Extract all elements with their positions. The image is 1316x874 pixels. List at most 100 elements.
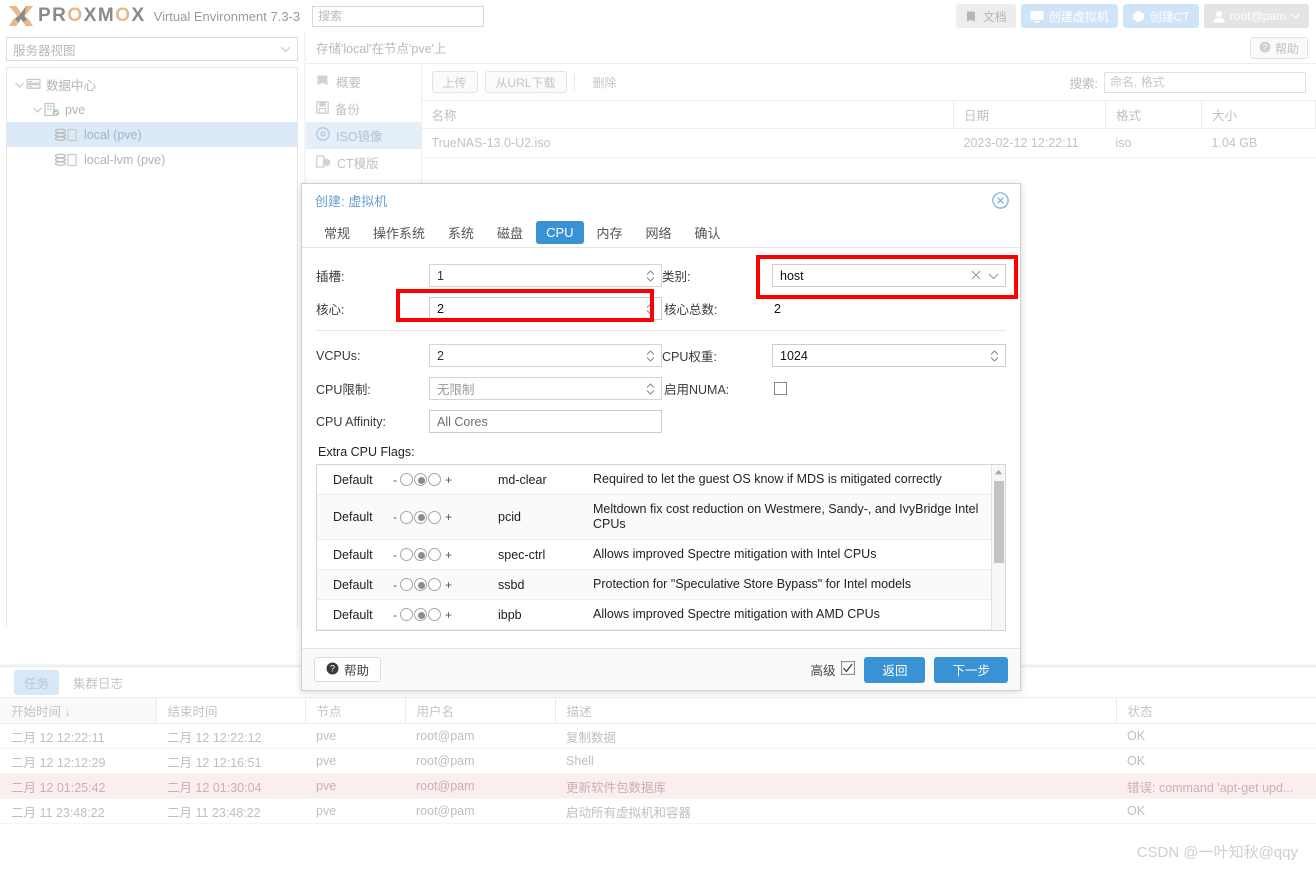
tab-cpu[interactable]: CPU xyxy=(536,220,584,244)
vcpus-input[interactable]: 2 xyxy=(429,344,662,367)
nav-item-summary[interactable]: 概要 xyxy=(306,68,421,95)
column-header-date[interactable]: 日期 xyxy=(953,100,1106,129)
flag-radio-default[interactable] xyxy=(414,510,427,524)
nav-item-ct-templates[interactable]: CT模版 xyxy=(306,149,421,176)
flag-radio-off[interactable] xyxy=(400,608,413,621)
flag-radio-on[interactable] xyxy=(428,548,441,561)
tab-disks[interactable]: 磁盘 xyxy=(487,219,533,246)
cpu-weight-input[interactable]: 1024 xyxy=(772,344,1006,367)
column-header-user[interactable]: 用户名 xyxy=(405,697,556,724)
tab-system[interactable]: 系统 xyxy=(438,219,484,246)
advanced-checkbox[interactable] xyxy=(841,661,856,678)
cpu-weight-spinner[interactable] xyxy=(989,348,1002,364)
column-header-name[interactable]: 名称 xyxy=(421,100,954,129)
cores-input[interactable]: 2 xyxy=(429,297,662,320)
cpu-limit-input[interactable]: 无限制 xyxy=(429,377,662,400)
task-row[interactable]: 二月 12 12:22:11 二月 12 12:22:12 pve root@p… xyxy=(0,723,1316,749)
flag-radio-default[interactable] xyxy=(414,608,427,621)
vcpus-spinner[interactable] xyxy=(645,348,658,364)
flag-radio-on[interactable] xyxy=(428,510,441,524)
close-circle-icon[interactable] xyxy=(992,192,1009,212)
tree-item-local-lvm[interactable]: local-lvm (pve) xyxy=(7,147,297,172)
flag-radio-on[interactable] xyxy=(428,578,441,591)
brand-logo[interactable]: PROXMOX Virtual Environment 7.3-3 xyxy=(0,5,300,27)
flag-row[interactable]: Default - + ibpb Allows improved Spectre… xyxy=(317,599,1005,630)
column-header-size[interactable]: 大小 xyxy=(1201,100,1316,129)
flag-radio-control[interactable]: - + xyxy=(393,510,498,524)
tab-general[interactable]: 常规 xyxy=(314,219,360,246)
flag-row[interactable]: Default - + spec-ctrl Allows improved Sp… xyxy=(317,539,1005,570)
global-search-input[interactable] xyxy=(312,5,485,27)
create-ct-button[interactable]: 创建CT xyxy=(1122,4,1199,28)
flag-radio-off[interactable] xyxy=(400,548,413,561)
column-header-node[interactable]: 节点 xyxy=(305,697,406,724)
chevron-down-icon[interactable] xyxy=(988,269,999,283)
advanced-toggle[interactable]: 高级 xyxy=(810,660,856,679)
task-row[interactable]: 二月 12 01:25:42 二月 12 01:30:04 pve root@p… xyxy=(0,773,1316,799)
iso-search-input[interactable] xyxy=(1104,71,1306,93)
tree-item-datacenter[interactable]: 数据中心 xyxy=(7,72,297,97)
sockets-input[interactable]: 1 xyxy=(429,264,662,287)
column-header-format[interactable]: 格式 xyxy=(1105,100,1202,129)
nav-item-iso-images[interactable]: ISO镜像 xyxy=(306,122,421,149)
user-menu-button[interactable]: root@pam xyxy=(1203,4,1309,28)
numa-checkbox[interactable] xyxy=(774,382,787,395)
column-header-status[interactable]: 状态 xyxy=(1116,697,1316,724)
tree-item-local[interactable]: local (pve) xyxy=(7,122,297,147)
flag-radio-control[interactable]: - + xyxy=(393,473,498,487)
flag-radio-group[interactable]: - + xyxy=(393,494,498,540)
tab-memory[interactable]: 内存 xyxy=(587,219,633,246)
cpu-type-combobox[interactable]: host xyxy=(772,264,1006,287)
task-row[interactable]: 二月 11 23:48:22 二月 11 23:48:22 pve root@p… xyxy=(0,798,1316,824)
clear-icon[interactable] xyxy=(971,269,981,283)
dialog-help-button[interactable]: ? 帮助 xyxy=(314,657,382,682)
flag-radio-control[interactable]: - + xyxy=(393,578,498,592)
flag-row[interactable]: Default - + ssbd Protection for "Specula… xyxy=(317,569,1005,600)
nav-item-backup[interactable]: 备份 xyxy=(306,95,421,122)
back-button[interactable]: 返回 xyxy=(864,656,926,683)
flag-radio-off[interactable] xyxy=(400,510,413,524)
flag-row[interactable]: Default - + md-clear Required to let the… xyxy=(317,465,1005,495)
flag-radio-off[interactable] xyxy=(400,473,413,486)
scrollbar-thumb[interactable] xyxy=(994,481,1004,563)
remove-button[interactable]: 删除 xyxy=(582,71,628,93)
tab-tasks[interactable]: 任务 xyxy=(14,669,60,695)
flag-radio-on[interactable] xyxy=(428,608,441,621)
flag-radio-off[interactable] xyxy=(400,578,413,591)
content-help-button[interactable]: ? 帮助 xyxy=(1249,37,1308,59)
flag-radio-control[interactable]: - + xyxy=(393,548,498,562)
tab-network[interactable]: 网络 xyxy=(636,219,682,246)
column-header-end-time[interactable]: 结束时间 xyxy=(156,697,306,724)
tab-cluster-log[interactable]: 集群日志 xyxy=(63,670,133,695)
flag-radio-group[interactable]: - + xyxy=(393,599,498,630)
table-row[interactable]: TrueNAS-13.0-U2.iso 2023-02-12 12:22:11 … xyxy=(421,128,1316,158)
view-selector-dropdown[interactable]: 服务器视图 xyxy=(6,37,298,61)
tab-os[interactable]: 操作系统 xyxy=(363,219,435,246)
next-button[interactable]: 下一步 xyxy=(934,656,1008,683)
flag-radio-group[interactable]: - + xyxy=(393,465,498,495)
cpu-affinity-input[interactable]: All Cores xyxy=(429,410,662,433)
flag-radio-control[interactable]: - + xyxy=(393,608,498,622)
tree-item-pve[interactable]: pve xyxy=(7,97,297,122)
create-vm-button[interactable]: 创建虚拟机 xyxy=(1020,4,1118,28)
expand-arrow-icon[interactable] xyxy=(13,82,26,88)
flag-radio-default[interactable] xyxy=(414,473,427,486)
cpu-limit-spinner[interactable] xyxy=(645,381,658,397)
download-from-url-button[interactable]: 从URL下载 xyxy=(484,71,567,93)
flag-radio-default[interactable] xyxy=(414,578,427,591)
flag-radio-group[interactable]: - + xyxy=(393,539,498,570)
flag-radio-default[interactable] xyxy=(414,548,427,561)
documentation-button[interactable]: 文档 xyxy=(955,4,1016,28)
column-header-description[interactable]: 描述 xyxy=(555,697,1117,724)
task-row[interactable]: 二月 12 12:12:29 二月 12 12:16:51 pve root@p… xyxy=(0,748,1316,774)
upload-button[interactable]: 上传 xyxy=(431,71,478,93)
flags-scrollbar[interactable] xyxy=(991,465,1005,630)
flag-radio-on[interactable] xyxy=(428,473,441,486)
tab-confirm[interactable]: 确认 xyxy=(685,219,731,246)
sockets-spinner[interactable] xyxy=(645,268,658,284)
cores-spinner[interactable] xyxy=(645,301,658,317)
scroll-up-arrow-icon[interactable] xyxy=(992,465,1005,479)
flag-radio-group[interactable]: - + xyxy=(393,569,498,600)
flag-row[interactable]: Default - + pcid Meltdown fix cost reduc… xyxy=(317,494,1005,540)
expand-arrow-icon[interactable] xyxy=(31,107,44,113)
